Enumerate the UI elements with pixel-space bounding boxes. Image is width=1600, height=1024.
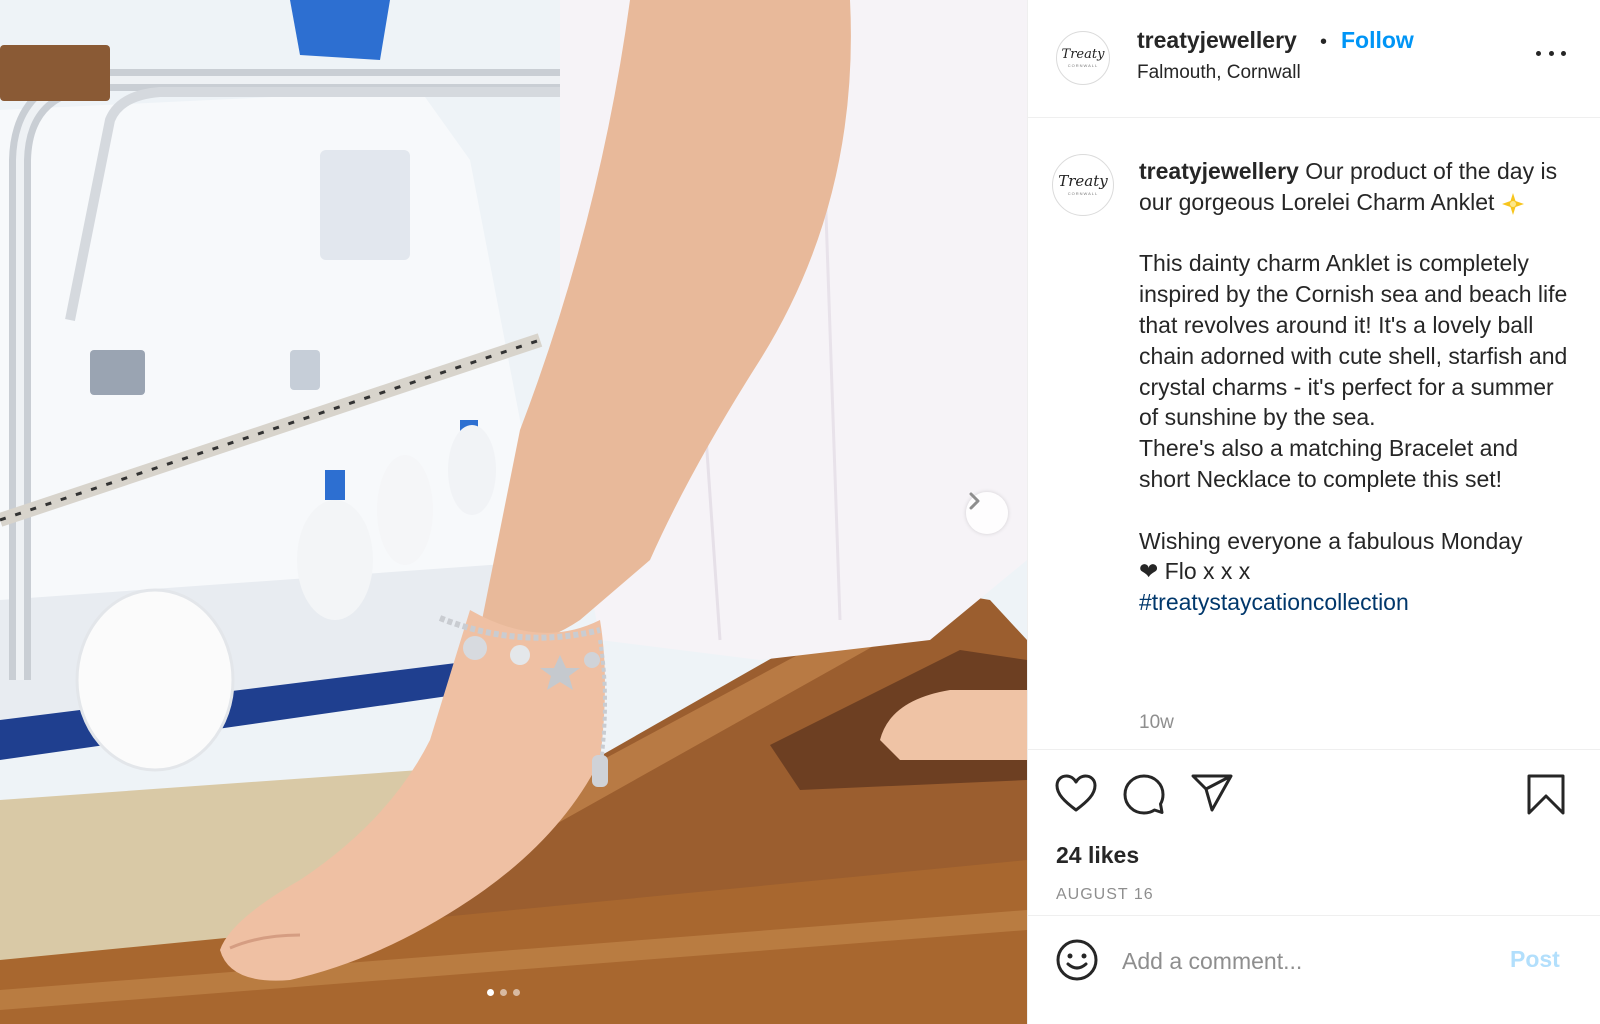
- hashtag-link[interactable]: #treatystaycationcollection: [1139, 589, 1409, 615]
- sparkle-emoji-icon: [1501, 192, 1524, 215]
- action-bar: 24 likes AUGUST 16: [1028, 750, 1600, 916]
- likes-count[interactable]: 24 likes: [1056, 842, 1139, 869]
- bookmark-icon[interactable]: [1526, 773, 1566, 815]
- heart-outline-icon[interactable]: [1054, 773, 1098, 813]
- caption-timestamp[interactable]: 10w: [1139, 712, 1174, 734]
- anklet-photo-illustration: [0, 0, 1027, 1024]
- ellipsis-icon[interactable]: [1536, 43, 1566, 63]
- comment-bar: Post: [1028, 916, 1600, 1020]
- caption-closing: Wishing everyone a fabulous Monday: [1139, 527, 1523, 554]
- post-comment-button[interactable]: Post: [1510, 946, 1560, 973]
- post-side-panel: Treaty CORNWALL treatyjewellery • Follow…: [1027, 0, 1600, 1024]
- caption-section: Treaty CORNWALL treatyjewellery Our prod…: [1028, 118, 1600, 750]
- caption-username-link[interactable]: treatyjewellery: [1139, 158, 1299, 184]
- instagram-post: Treaty CORNWALL treatyjewellery • Follow…: [0, 0, 1600, 1024]
- follow-button[interactable]: Follow: [1341, 27, 1414, 54]
- avatar-logo-subtext: CORNWALL: [1067, 191, 1099, 196]
- avatar-logo-text: Treaty: [1058, 172, 1108, 190]
- chevron-right-icon: [969, 492, 980, 510]
- caption-signoff: Flo x x x: [1158, 558, 1251, 585]
- smiley-icon[interactable]: [1055, 938, 1099, 982]
- username-link[interactable]: treatyjewellery: [1137, 27, 1297, 54]
- comment-input[interactable]: [1120, 940, 1504, 982]
- avatar-logo-text: Treaty: [1061, 47, 1105, 62]
- post-header: Treaty CORNWALL treatyjewellery • Follow…: [1028, 0, 1600, 118]
- carousel-indicator: [487, 989, 520, 996]
- separator-dot: •: [1320, 31, 1328, 53]
- speech-bubble-icon[interactable]: [1122, 773, 1166, 815]
- caption-text: treatyjewellery Our product of the day i…: [1139, 156, 1574, 618]
- caption-body: This dainty charm Anklet is completely i…: [1139, 250, 1568, 492]
- carousel-dot-active: [487, 989, 494, 996]
- caption-avatar[interactable]: Treaty CORNWALL: [1052, 154, 1114, 216]
- avatar-logo-subtext: CORNWALL: [1067, 63, 1099, 68]
- location-link[interactable]: Falmouth, Cornwall: [1137, 62, 1301, 84]
- next-slide-button[interactable]: [966, 492, 1008, 534]
- post-photo[interactable]: [0, 0, 1027, 1024]
- paper-plane-icon[interactable]: [1190, 773, 1234, 813]
- post-date[interactable]: AUGUST 16: [1056, 886, 1154, 904]
- carousel-dot: [513, 989, 520, 996]
- carousel-dot: [500, 989, 507, 996]
- heart-emoji: ❤: [1139, 558, 1159, 585]
- avatar[interactable]: Treaty CORNWALL: [1056, 31, 1110, 85]
